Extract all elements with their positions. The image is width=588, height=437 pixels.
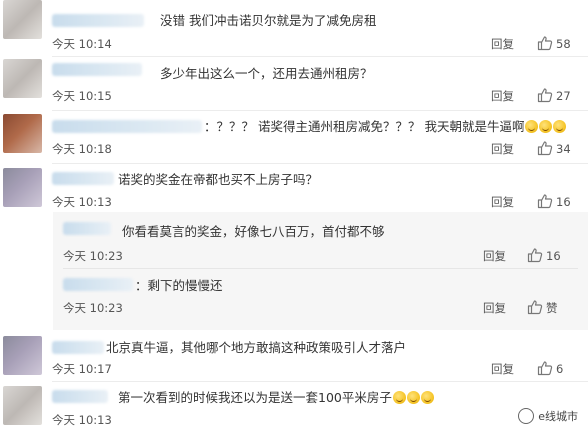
reply-button[interactable]: 回复 — [491, 195, 514, 209]
comment-text: 诺奖的奖金在帝都也买不上房子吗？ — [118, 172, 319, 187]
username-blurred[interactable] — [52, 390, 108, 403]
reply-button[interactable]: 回复 — [491, 362, 514, 376]
reply-button[interactable]: 回复 — [491, 37, 514, 51]
thumbs-up-icon[interactable] — [537, 35, 553, 51]
avatar[interactable] — [3, 168, 42, 207]
thumbs-up-icon[interactable] — [537, 87, 553, 103]
grin-sweat-emoji-icon — [553, 120, 567, 133]
username-blurred[interactable] — [52, 14, 144, 27]
grin-sweat-emoji-icon — [420, 391, 434, 404]
divider — [52, 163, 588, 164]
divider — [63, 268, 578, 269]
like-count: 16 — [556, 195, 571, 209]
wechat-logo-icon — [518, 408, 535, 424]
reply-button[interactable]: 回复 — [483, 301, 506, 315]
grin-sweat-emoji-icon — [539, 120, 553, 133]
thumbs-up-icon[interactable] — [537, 140, 553, 156]
comment-time: 今天 10:23 — [63, 249, 123, 263]
username-blurred[interactable] — [63, 222, 111, 235]
watermark-text: e线城市 — [538, 410, 578, 423]
like-count: 27 — [556, 89, 571, 103]
comment-time: 今天 10:18 — [52, 142, 112, 156]
username-blurred[interactable] — [52, 172, 114, 185]
grin-sweat-emoji-icon — [392, 391, 406, 404]
avatar[interactable] — [3, 336, 42, 375]
avatar[interactable] — [3, 386, 42, 425]
watermark: e线城市 — [518, 408, 578, 424]
comment-time: 今天 10:17 — [52, 362, 112, 376]
like-count: 34 — [556, 142, 571, 156]
like-count: 16 — [546, 249, 561, 263]
reply-button[interactable]: 回复 — [483, 249, 506, 263]
divider — [52, 381, 588, 382]
like-count: 6 — [556, 362, 564, 376]
thumbs-up-icon[interactable] — [527, 299, 543, 315]
comment-time: 今天 10:13 — [52, 413, 112, 427]
username-blurred[interactable] — [52, 120, 202, 133]
comment-time: 今天 10:14 — [52, 37, 112, 51]
thumbs-up-icon[interactable] — [537, 360, 553, 376]
comment-text: ：？？？ 诺奖得主通州租房减免？？？ 我天朝就是牛逼啊 — [204, 119, 567, 135]
username-blurred[interactable] — [52, 341, 104, 354]
reply-button[interactable]: 回复 — [491, 142, 514, 156]
like-label: 赞 — [546, 301, 558, 315]
username-blurred[interactable] — [63, 278, 133, 291]
like-count: 58 — [556, 37, 571, 51]
thumbs-up-icon[interactable] — [527, 247, 543, 263]
comment-text: 没错 我们冲击诺贝尔就是为了减免房租 — [160, 13, 377, 28]
divider — [52, 110, 588, 111]
reply-text: ：剩下的慢慢还 — [135, 278, 223, 293]
username-blurred[interactable] — [52, 63, 142, 76]
grin-sweat-emoji-icon — [406, 391, 420, 404]
reply-text: 你看看莫言的奖金，好像七八百万，首付都不够 — [122, 224, 385, 239]
reply-button[interactable]: 回复 — [491, 89, 514, 103]
comment-text-body: 第一次看到的时候我还以为是送一套100平米房子 — [118, 390, 392, 405]
comment-text-body: ：？？？ 诺奖得主通州租房减免？？？ 我天朝就是牛逼啊 — [204, 119, 525, 134]
comment-text: 第一次看到的时候我还以为是送一套100平米房子 — [118, 390, 434, 406]
avatar[interactable] — [3, 59, 42, 98]
comment-text: 多少年出这么一个，还用去通州租房？ — [160, 66, 373, 81]
avatar[interactable] — [3, 114, 42, 153]
comment-text: 北京真牛逼，其他哪个地方敢搞这种政策吸引人才落户 — [106, 340, 407, 355]
comment-time: 今天 10:23 — [63, 301, 123, 315]
comment-time: 今天 10:13 — [52, 195, 112, 209]
thumbs-up-icon[interactable] — [537, 193, 553, 209]
grin-sweat-emoji-icon — [525, 120, 539, 133]
comment-time: 今天 10:15 — [52, 89, 112, 103]
avatar[interactable] — [3, 0, 42, 39]
divider — [52, 56, 588, 57]
